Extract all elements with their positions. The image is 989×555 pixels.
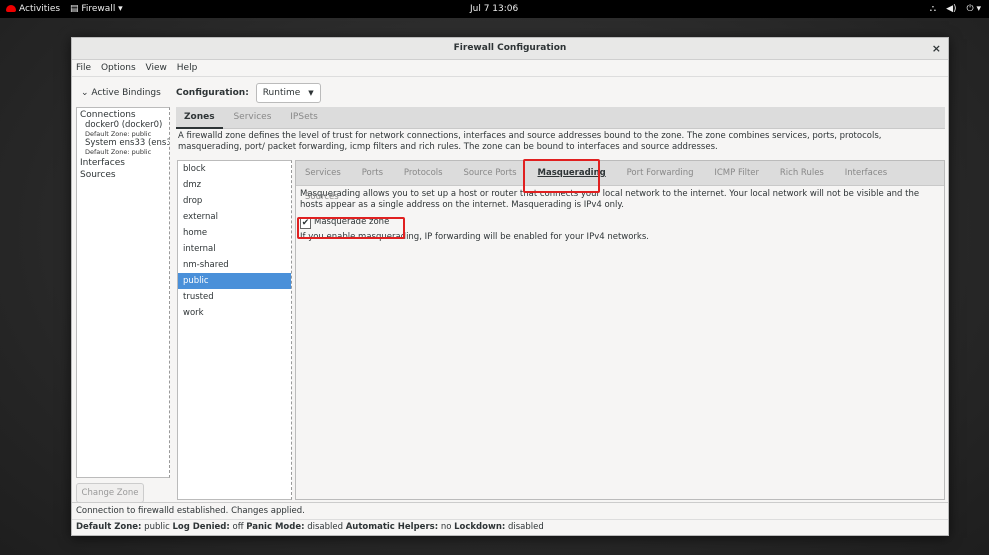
active-bindings-toggle[interactable]: ⌄ Active Bindings	[76, 81, 169, 105]
menu-options[interactable]: Options	[101, 63, 136, 73]
menu-bar: File Options View Help	[72, 60, 948, 77]
redhat-logo-icon	[6, 5, 16, 12]
log-denied-label: Log Denied:	[172, 522, 230, 532]
tab-services[interactable]: Services	[225, 107, 279, 128]
log-denied-value: off	[232, 522, 244, 532]
subtab-rich-rules[interactable]: Rich Rules	[771, 161, 833, 185]
window-titlebar: Firewall Configuration ×	[72, 38, 948, 60]
caret-down-icon: ▼	[308, 88, 314, 97]
automatic-helpers-label: Automatic Helpers:	[345, 522, 439, 532]
lockdown-value: disabled	[508, 522, 544, 532]
app-menu[interactable]: ▤ Firewall ▾	[70, 0, 123, 18]
zones-list: block dmz drop external home internal nm…	[177, 160, 292, 500]
zone-item[interactable]: internal	[178, 241, 291, 257]
highlight-masquerade-checkbox	[297, 217, 405, 239]
highlight-masquerading-tab	[523, 159, 600, 193]
subtab-port-forwarding[interactable]: Port Forwarding	[618, 161, 703, 185]
default-zone-value: public	[144, 522, 170, 532]
lockdown-label: Lockdown:	[454, 522, 506, 532]
status-message: Connection to firewalld established. Cha…	[76, 506, 305, 516]
firewall-window: Firewall Configuration × File Options Vi…	[71, 37, 949, 536]
configuration-row: Configuration: Runtime ▼	[176, 81, 945, 105]
subtab-sources[interactable]: Sources	[296, 185, 348, 209]
status-bar: Connection to firewalld established. Cha…	[72, 502, 948, 536]
binding-connection[interactable]: System ens33 (ens3 Default Zone: public	[77, 138, 169, 156]
subtab-icmp-filter[interactable]: ICMP Filter	[705, 161, 768, 185]
tab-ipsets[interactable]: IPSets	[282, 107, 326, 128]
bindings-tree: Connections docker0 (docker0) Default Zo…	[76, 107, 170, 478]
activities-button[interactable]: Activities	[6, 0, 60, 18]
zone-item[interactable]: drop	[178, 193, 291, 209]
chevron-down-icon: ⌄	[81, 88, 89, 98]
menu-help[interactable]: Help	[177, 63, 198, 73]
automatic-helpers-value: no	[440, 522, 452, 532]
zone-item[interactable]: dmz	[178, 177, 291, 193]
subtab-protocols[interactable]: Protocols	[395, 161, 452, 185]
subtab-source-ports[interactable]: Source Ports	[454, 161, 525, 185]
zone-sub-tabs: Services Ports Protocols Source Ports Ma…	[296, 161, 944, 202]
active-bindings-label: Active Bindings	[91, 88, 161, 98]
subtab-ports[interactable]: Ports	[353, 161, 392, 185]
subtab-interfaces[interactable]: Interfaces	[836, 161, 896, 185]
default-zone-label: Default Zone:	[76, 522, 142, 532]
power-icon[interactable]: ⏻ ▾	[967, 0, 982, 18]
close-icon[interactable]: ×	[932, 38, 941, 59]
menu-view[interactable]: View	[146, 63, 167, 73]
connection-zone: Default Zone: public	[85, 130, 152, 138]
zone-item[interactable]: block	[178, 161, 291, 177]
connection-name: docker0 (docker0)	[85, 120, 163, 130]
gnome-top-bar: Activities ▤ Firewall ▾ Jul 7 13:06 ⛬ ◀)…	[0, 0, 989, 18]
zone-item[interactable]: nm-shared	[178, 257, 291, 273]
main-panel: Configuration: Runtime ▼ Zones Services I…	[176, 81, 945, 500]
configuration-select[interactable]: Runtime ▼	[255, 82, 321, 103]
connections-header[interactable]: Connections	[77, 108, 169, 120]
firewall-app-icon: ▤	[70, 4, 82, 14]
binding-connection[interactable]: docker0 (docker0) Default Zone: public	[77, 120, 169, 138]
active-bindings-panel: ⌄ Active Bindings Connections docker0 (d…	[76, 81, 170, 503]
app-menu-label: Firewall ▾	[81, 4, 123, 14]
panic-mode-label: Panic Mode:	[246, 522, 305, 532]
menu-file[interactable]: File	[76, 63, 91, 73]
change-zone-button[interactable]: Change Zone	[76, 483, 144, 503]
connection-zone: Default Zone: public	[85, 148, 152, 156]
subtab-services[interactable]: Services	[296, 161, 350, 185]
zone-item-selected[interactable]: public	[178, 273, 291, 289]
panic-mode-value: disabled	[307, 522, 343, 532]
sources-header[interactable]: Sources	[77, 168, 169, 180]
configuration-label: Configuration:	[176, 88, 249, 98]
zone-description: A firewalld zone defines the level of tr…	[178, 131, 882, 152]
masquerading-description: Masquerading allows you to set up a host…	[300, 189, 920, 210]
activities-label: Activities	[19, 4, 61, 14]
zone-item[interactable]: home	[178, 225, 291, 241]
zone-item[interactable]: work	[178, 305, 291, 321]
zone-item[interactable]: external	[178, 209, 291, 225]
network-icon[interactable]: ⛬	[930, 0, 936, 18]
zone-settings-pane: Services Ports Protocols Source Ports Ma…	[295, 160, 945, 500]
configuration-value: Runtime	[262, 87, 301, 98]
interfaces-header[interactable]: Interfaces	[77, 156, 169, 168]
tab-zones[interactable]: Zones	[176, 108, 223, 129]
connection-name: System ens33 (ens3	[85, 138, 170, 148]
volume-icon[interactable]: ◀)	[946, 0, 956, 18]
zone-item[interactable]: trusted	[178, 289, 291, 305]
clock[interactable]: Jul 7 13:06	[470, 0, 518, 18]
window-title: Firewall Configuration	[453, 43, 567, 53]
main-tabs: Zones Services IPSets	[176, 107, 945, 129]
status-summary: Default Zone: public Log Denied: off Pan…	[72, 519, 948, 534]
